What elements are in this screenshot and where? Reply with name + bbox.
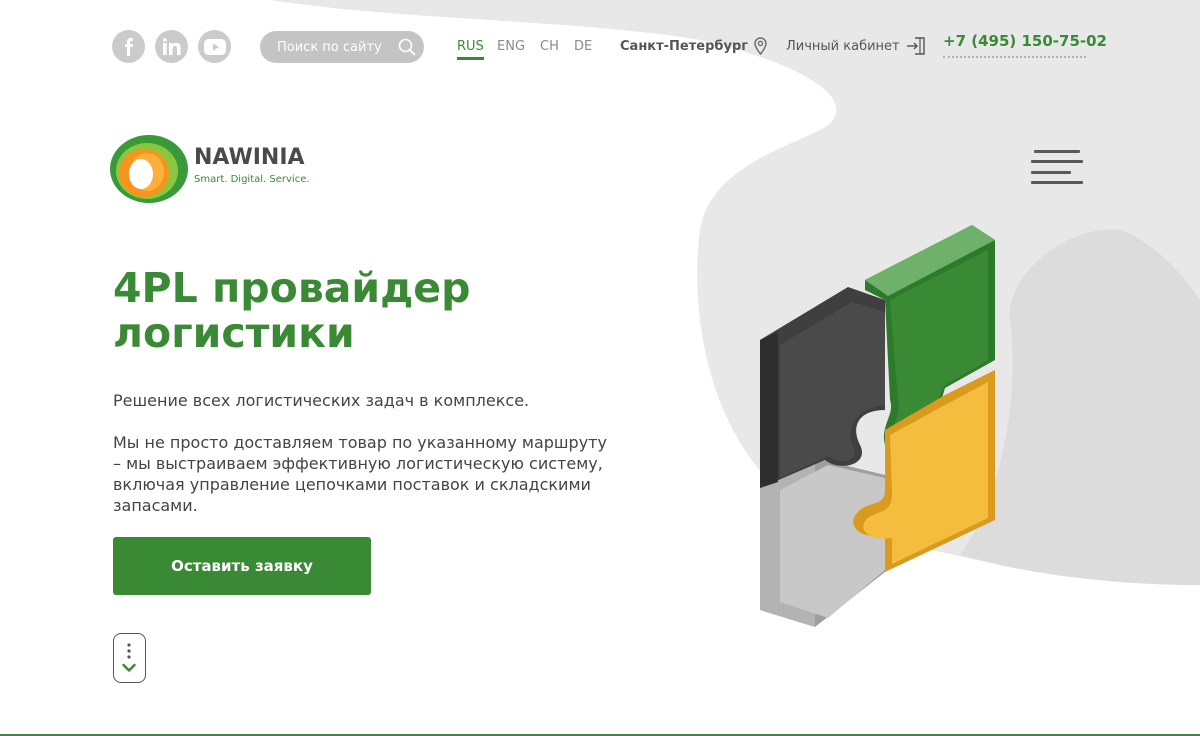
menu-button[interactable] (1031, 150, 1083, 184)
cabinet-label: Личный кабинет (786, 38, 900, 54)
menu-line (1034, 150, 1080, 153)
location-pin-icon (754, 37, 767, 55)
lang-eng[interactable]: ENG (497, 39, 525, 54)
linkedin-link[interactable] (155, 30, 188, 63)
menu-line (1031, 171, 1071, 174)
lang-de[interactable]: DE (574, 39, 592, 54)
logo-name: NAWINIA (194, 145, 305, 170)
facebook-link[interactable] (112, 30, 145, 63)
hero-description: Мы не просто доставляем товар по указанн… (113, 433, 607, 515)
scroll-down-indicator[interactable] (113, 633, 146, 683)
hero-title: 4PL провайдер логистики (113, 264, 471, 357)
scroll-down-icon (122, 643, 136, 672)
phone-link[interactable]: +7 (495) 150-75-02 (943, 32, 1107, 58)
city-selector[interactable]: Санкт-Петербург (620, 37, 767, 55)
menu-line (1031, 160, 1083, 163)
hero-lead: Решение всех логистических задач в компл… (113, 391, 530, 410)
login-icon (906, 37, 925, 55)
linkedin-icon (162, 38, 181, 55)
nawinia-logo[interactable]: NAWINIA Smart. Digital. Service. (110, 134, 315, 206)
search-input[interactable] (260, 31, 390, 63)
lang-ch[interactable]: CH (540, 39, 559, 54)
puzzle-illustration (760, 225, 995, 627)
lang-rus[interactable]: RUS (457, 39, 484, 60)
personal-account-link[interactable]: Личный кабинет (786, 37, 926, 55)
site-search (260, 31, 424, 63)
youtube-link[interactable] (198, 30, 231, 63)
search-icon[interactable] (398, 38, 416, 56)
menu-line (1031, 181, 1083, 184)
request-button[interactable]: Оставить заявку (113, 537, 371, 595)
logo-emblem-icon (110, 135, 188, 203)
logo-tagline: Smart. Digital. Service. (194, 174, 310, 185)
youtube-icon (203, 38, 226, 55)
city-label: Санкт-Петербург (620, 38, 749, 54)
background-wave (270, 0, 1200, 585)
facebook-icon (124, 37, 133, 56)
